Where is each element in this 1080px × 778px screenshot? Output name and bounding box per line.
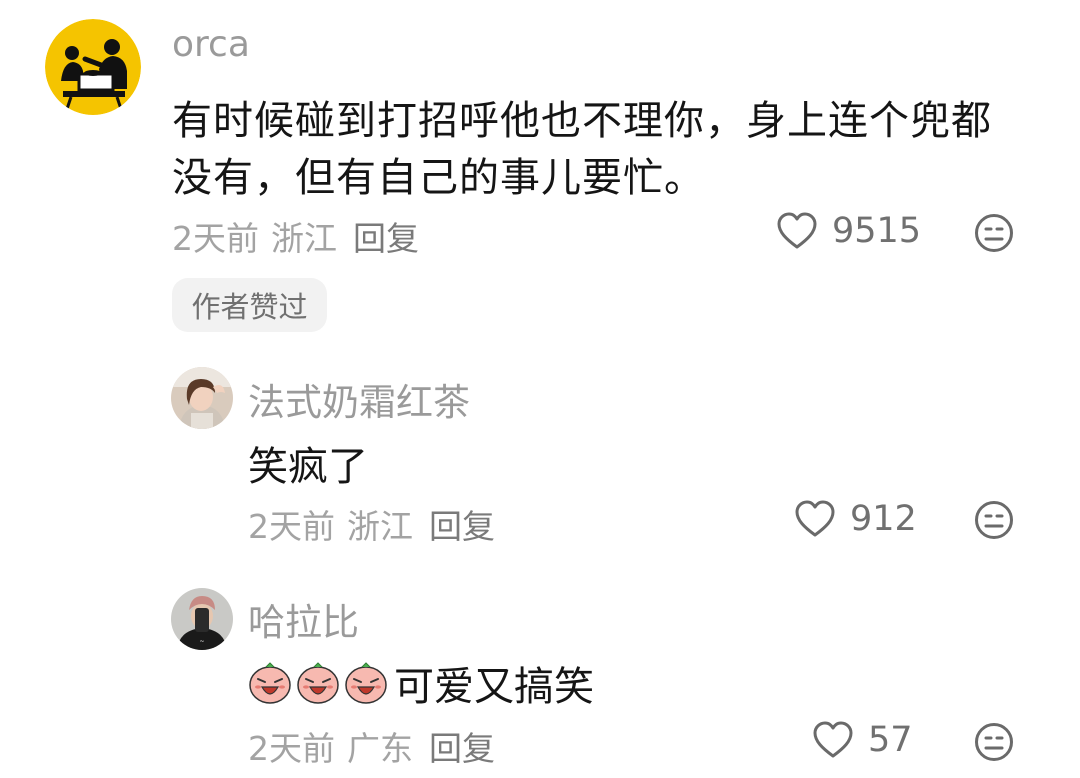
svg-text:~: ~ [199, 638, 204, 645]
heart-icon [813, 721, 853, 758]
crying-face-emoji [249, 662, 291, 704]
reply-2-dislike-button[interactable] [974, 722, 1014, 766]
crying-face-emoji [297, 662, 339, 704]
reply-2-like-button[interactable]: 57 [812, 720, 913, 760]
author-liked-badge: 作者赞过 [172, 278, 327, 332]
avatar-reply-1[interactable] [171, 367, 233, 429]
comment-like-button[interactable]: 9515 [776, 211, 921, 251]
comment-thread: orca 有时候碰到打招呼他也不理你，身上连个兜都 没有，但有自己的事儿要忙。 … [0, 0, 1080, 778]
reply-1-dislike-button[interactable] [974, 500, 1014, 544]
reply-1-text: 笑疯了 [248, 444, 368, 490]
reply-1-meta: 2天前 浙江 回复 [248, 500, 495, 548]
reply-1-location: 浙江 [347, 507, 413, 546]
reply-1-reply-button[interactable]: 回复 [429, 500, 495, 548]
reply-2-reply-button[interactable]: 回复 [429, 722, 495, 770]
comment-reply-button[interactable]: 回复 [353, 212, 419, 260]
crying-face-emoji [345, 662, 387, 704]
reply-2-content: 可爱又搞笑 [248, 654, 594, 712]
heart-icon [777, 212, 817, 249]
reply-2-username[interactable]: 哈拉比 [248, 592, 359, 646]
comment-username[interactable]: orca [172, 24, 250, 65]
avatar-reply-2[interactable]: ~ [171, 588, 233, 650]
avatar-orca[interactable] [45, 19, 141, 115]
comment-text-line2: 没有，但有自己的事儿要忙。 [172, 155, 705, 201]
comment-like-count: 9515 [832, 211, 922, 251]
reply-1-username[interactable]: 法式奶霜红茶 [248, 372, 470, 426]
reply-2-text: 可爱又搞笑 [394, 664, 594, 710]
reply-2-location: 广东 [347, 729, 413, 768]
reply-1-like-count: 912 [850, 499, 917, 539]
reply-1-like-button[interactable]: 912 [794, 499, 917, 539]
comment-text-line1: 有时候碰到打招呼他也不理你，身上连个兜都 [172, 98, 992, 144]
comment-dislike-button[interactable] [974, 213, 1014, 257]
meh-face-icon [975, 501, 1013, 539]
reply-2-like-count: 57 [868, 720, 913, 760]
meh-face-icon [975, 214, 1013, 252]
reply-2-meta: 2天前 广东 回复 [248, 722, 495, 770]
reply-1-time: 2天前 [248, 507, 335, 546]
meh-face-icon [975, 723, 1013, 761]
comment-time: 2天前 [172, 219, 259, 258]
heart-icon [795, 500, 835, 537]
comment-meta: 2天前 浙江 回复 [172, 212, 419, 260]
reply-2-time: 2天前 [248, 729, 335, 768]
comment-location: 浙江 [271, 219, 337, 258]
